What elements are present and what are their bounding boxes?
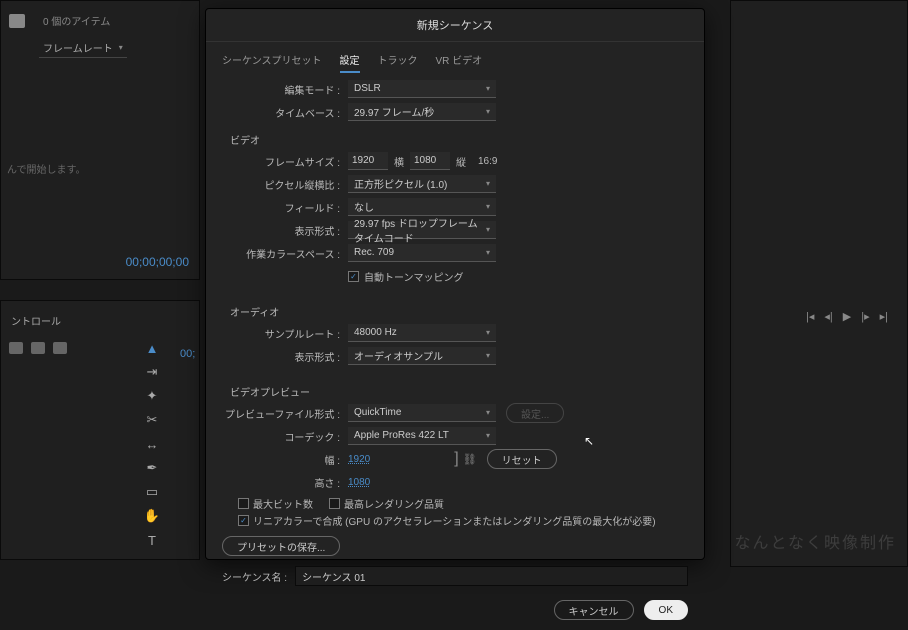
rect-tool-icon[interactable]: ▭ bbox=[144, 484, 160, 500]
fields-label: フィールド : bbox=[222, 200, 348, 215]
frame-width-input[interactable] bbox=[348, 152, 388, 170]
drop-hint: んで開始します。 bbox=[7, 161, 86, 176]
ripple-tool-icon[interactable]: ✦ bbox=[144, 388, 160, 404]
audio-display-fmt-label: 表示形式 : bbox=[222, 349, 348, 364]
preview-section-header: ビデオプレビュー bbox=[230, 384, 688, 399]
chevron-down-icon: ▾ bbox=[486, 179, 490, 188]
reset-button[interactable]: リセット bbox=[487, 449, 557, 469]
tab-tracks[interactable]: トラック bbox=[378, 52, 418, 73]
preview-file-fmt-label: プレビューファイル形式 : bbox=[222, 406, 348, 421]
preview-width-label: 幅 : bbox=[222, 452, 348, 467]
edit-mode-select[interactable]: DSLR▾ bbox=[348, 80, 496, 98]
codec-select[interactable]: Apple ProRes 422 LT▾ bbox=[348, 427, 496, 445]
video-display-fmt-select[interactable]: 29.97 fps ドロップフレームタイムコード▾ bbox=[348, 221, 496, 239]
effect-controls-panel: ントロール bbox=[0, 300, 200, 560]
sample-rate-label: サンプルレート : bbox=[222, 326, 348, 341]
w-label: 横 bbox=[394, 154, 404, 169]
max-render-checkbox[interactable] bbox=[329, 498, 340, 509]
video-display-fmt-label: 表示形式 : bbox=[222, 223, 348, 238]
auto-tone-label: 自動トーンマッピング bbox=[364, 269, 464, 284]
goto-out-icon[interactable]: ▸| bbox=[880, 310, 888, 323]
sequence-name-label: シーケンス名 : bbox=[222, 569, 287, 584]
hand-tool-icon[interactable]: ✋ bbox=[144, 508, 160, 524]
chevron-down-icon: ▾ bbox=[486, 202, 490, 211]
chevron-down-icon: ▾ bbox=[486, 225, 490, 234]
audio-section-header: オーディオ bbox=[230, 304, 688, 319]
max-render-label: 最高レンダリング品質 bbox=[344, 496, 444, 511]
dialog-title: 新規シーケンス bbox=[206, 9, 704, 42]
max-bit-label: 最大ビット数 bbox=[253, 496, 313, 511]
new-sequence-dialog: 新規シーケンス シーケンスプリセット 設定 トラック VR ビデオ 編集モード … bbox=[205, 8, 705, 560]
slip-tool-icon[interactable]: ↔ bbox=[144, 436, 160, 452]
codec-label: コーデック : bbox=[222, 429, 348, 444]
preview-file-fmt-select[interactable]: QuickTime▾ bbox=[348, 404, 496, 422]
auto-tone-checkbox[interactable] bbox=[348, 271, 359, 282]
goto-in-icon[interactable]: |◂ bbox=[806, 310, 814, 323]
chevron-down-icon: ▾ bbox=[486, 408, 490, 417]
ok-button[interactable]: OK bbox=[644, 600, 688, 620]
source-timecode: 00; bbox=[180, 348, 195, 360]
bin-icon bbox=[9, 14, 25, 28]
chevron-down-icon: ▾ bbox=[486, 248, 490, 257]
save-preset-button[interactable]: プリセットの保存... bbox=[222, 536, 340, 556]
program-monitor-panel bbox=[730, 0, 908, 567]
panel-icon-2[interactable] bbox=[31, 342, 45, 354]
pen-tool-icon[interactable]: ✒ bbox=[144, 460, 160, 476]
timeline-tools: ▲ ⇥ ✦ ✂ ↔ ✒ ▭ ✋ T bbox=[140, 340, 164, 548]
timebase-select[interactable]: 29.97 フレーム/秒▾ bbox=[348, 103, 496, 121]
track-select-tool-icon[interactable]: ⇥ bbox=[144, 364, 160, 380]
sequence-name-input[interactable] bbox=[295, 566, 688, 586]
selection-tool-icon[interactable]: ▲ bbox=[144, 340, 160, 356]
color-space-select[interactable]: Rec. 709▾ bbox=[348, 244, 496, 262]
tab-presets[interactable]: シーケンスプリセット bbox=[222, 52, 322, 73]
par-label: ピクセル縦横比 : bbox=[222, 177, 348, 192]
preview-settings-button: 設定... bbox=[506, 403, 564, 423]
play-icon[interactable]: ▶ bbox=[843, 310, 851, 323]
frame-size-label: フレームサイズ : bbox=[222, 154, 348, 169]
chevron-down-icon: ▾ bbox=[486, 84, 490, 93]
tab-vr[interactable]: VR ビデオ bbox=[436, 52, 483, 73]
transport-controls: |◂ ◂| ▶ |▸ ▸| bbox=[806, 310, 888, 323]
framerate-dropdown[interactable]: フレームレート ▾ bbox=[39, 38, 127, 58]
h-label: 縦 bbox=[456, 154, 466, 169]
max-bit-checkbox[interactable] bbox=[238, 498, 249, 509]
panel-title: ントロール bbox=[9, 309, 191, 332]
preview-width-value[interactable]: 1920 bbox=[348, 454, 370, 465]
cancel-button[interactable]: キャンセル bbox=[554, 600, 634, 620]
chevron-down-icon: ▾ bbox=[486, 328, 490, 337]
sample-rate-select[interactable]: 48000 Hz▾ bbox=[348, 324, 496, 342]
linear-color-label: リニアカラーで合成 (GPU のアクセラレーションまたはレンダリング品質の最大化… bbox=[253, 513, 656, 528]
panel-icon-1[interactable] bbox=[9, 342, 23, 354]
project-timecode: 00;00;00;00 bbox=[126, 255, 189, 269]
dialog-tabs: シーケンスプリセット 設定 トラック VR ビデオ bbox=[206, 42, 704, 73]
step-back-icon[interactable]: ◂| bbox=[824, 310, 832, 323]
color-space-label: 作業カラースペース : bbox=[222, 246, 348, 261]
tab-settings[interactable]: 設定 bbox=[340, 52, 360, 73]
bracket-icon: ] bbox=[454, 450, 458, 468]
razor-tool-icon[interactable]: ✂ bbox=[144, 412, 160, 428]
panel-icon-3[interactable] bbox=[53, 342, 67, 354]
link-icon[interactable]: ⛓ bbox=[463, 453, 477, 466]
step-fwd-icon[interactable]: |▸ bbox=[861, 310, 869, 323]
project-items-count: 0 個のアイテム bbox=[35, 9, 118, 32]
aspect-label: 16:9 bbox=[478, 156, 497, 167]
chevron-down-icon: ▾ bbox=[486, 351, 490, 360]
preview-height-value[interactable]: 1080 bbox=[348, 477, 370, 488]
fields-select[interactable]: なし▾ bbox=[348, 198, 496, 216]
edit-mode-label: 編集モード : bbox=[222, 82, 348, 97]
project-panel: 0 個のアイテム フレームレート ▾ んで開始します。 00;00;00;00 bbox=[0, 0, 200, 280]
linear-color-checkbox[interactable] bbox=[238, 515, 249, 526]
chevron-down-icon: ▾ bbox=[119, 43, 123, 52]
par-select[interactable]: 正方形ピクセル (1.0)▾ bbox=[348, 175, 496, 193]
preview-height-label: 高さ : bbox=[222, 475, 348, 490]
timebase-label: タイムベース : bbox=[222, 105, 348, 120]
type-tool-icon[interactable]: T bbox=[144, 532, 160, 548]
frame-height-input[interactable] bbox=[410, 152, 450, 170]
audio-display-fmt-select[interactable]: オーディオサンプル▾ bbox=[348, 347, 496, 365]
chevron-down-icon: ▾ bbox=[486, 431, 490, 440]
video-section-header: ビデオ bbox=[230, 132, 688, 147]
chevron-down-icon: ▾ bbox=[486, 107, 490, 116]
